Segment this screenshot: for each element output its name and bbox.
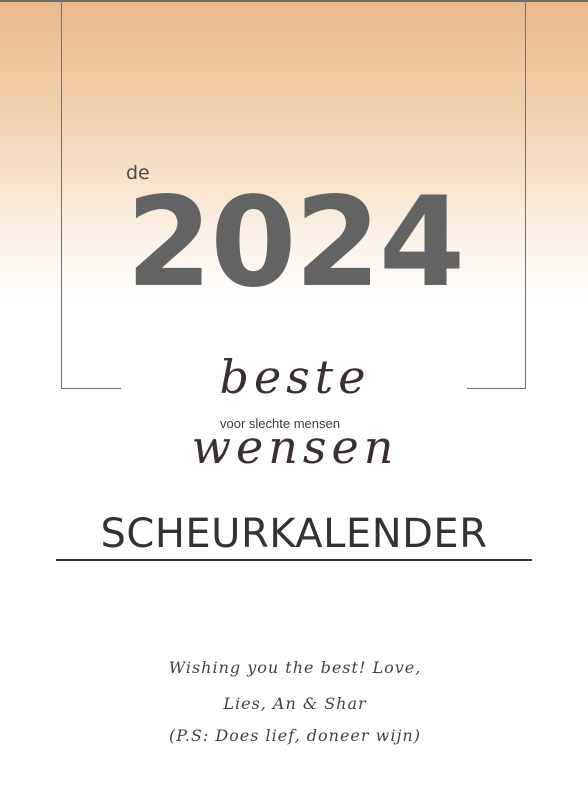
message-line-1: Wishing you the best! Love,: [168, 658, 422, 677]
frame-line-bottom-left: [61, 388, 121, 389]
script-title: beste wensen: [191, 350, 399, 474]
frame-line-left: [61, 0, 62, 389]
title-underline: [56, 559, 532, 561]
frame-line-bottom-right: [467, 388, 526, 389]
year-heading: 2024: [126, 171, 465, 315]
subtitle: voor slechte mensen: [220, 416, 340, 431]
message-line-3: (P.S: Does lief, doneer wijn): [169, 726, 421, 745]
message-line-2: Lies, An & Shar: [223, 694, 367, 713]
top-edge-line: [0, 0, 588, 2]
main-title: SCHEURKALENDER: [100, 511, 488, 557]
frame-line-right: [525, 0, 526, 389]
